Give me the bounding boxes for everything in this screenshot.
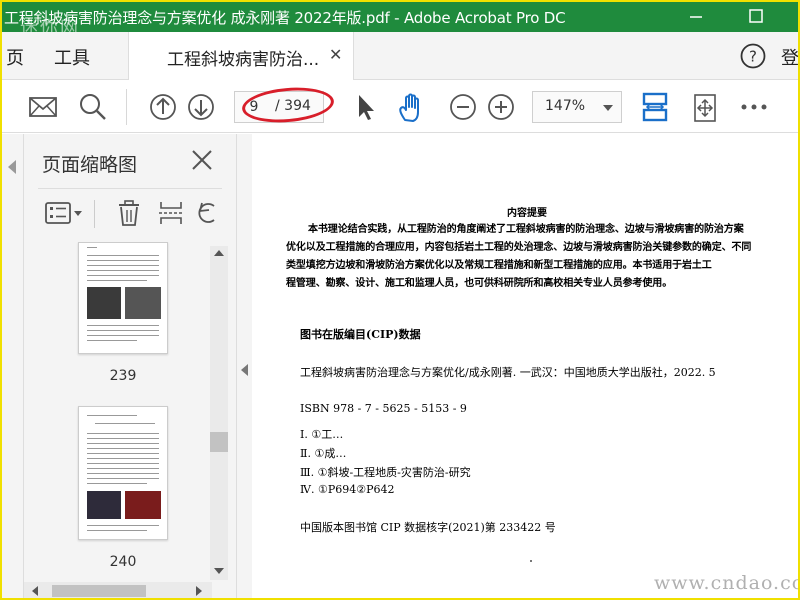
zoom-value: 147% — [545, 98, 586, 114]
scroll-thumb[interactable] — [210, 432, 228, 452]
close-panel-icon[interactable] — [190, 148, 214, 172]
cip-title: 图书在版编目(CIP)数据 — [300, 328, 421, 341]
thumbnail-vertical-scrollbar[interactable] — [210, 246, 228, 580]
page-thumbnail-240[interactable] — [78, 406, 168, 540]
next-page-icon[interactable] — [186, 92, 216, 122]
horizontal-scroll-thumb[interactable] — [52, 585, 146, 597]
zoom-out-icon[interactable] — [448, 92, 478, 122]
menu-home[interactable]: 页 — [6, 44, 24, 70]
thumbnail-label-239: 239 — [109, 368, 137, 384]
thumbnail-list: 239 240 — [24, 242, 212, 580]
maximize-button[interactable] — [736, 2, 776, 32]
document-tab-label: 工程斜坡病害防治... — [167, 50, 320, 70]
abstract-line: 本书理论结合实践，从工程防治的角度阐述了工程斜坡病害的防治理念、边坡与滑坡病害的… — [308, 224, 744, 235]
cip-number: 中国版本图书馆 CIP 数据核字(2021)第 233422 号 — [300, 521, 556, 534]
extract-pages-icon[interactable] — [156, 198, 186, 228]
subject-line: Ⅲ. ①斜坡-工程地质-灾害防治-研究 — [300, 466, 471, 479]
menu-tools[interactable]: 工具 — [54, 44, 90, 70]
thumbnail-options-icon[interactable] — [44, 198, 84, 228]
abstract-line: 优化以及工程措施的合理应用，内容包括岩土工程的处治理念、边坡与滑坡病害防治关键参… — [286, 242, 752, 253]
abstract-title: 内容提要 — [507, 208, 547, 219]
collapse-panel-icon[interactable] — [241, 364, 248, 376]
menu-bar: 页 工具 工程斜坡病害防治... ✕ ? 登 — [2, 32, 798, 80]
watermark-bottom: www.cndao.com — [654, 572, 798, 594]
subject-line: Ⅰ. ①工… — [300, 428, 344, 441]
close-tab-icon[interactable]: ✕ — [329, 45, 342, 64]
help-icon[interactable]: ? — [739, 42, 767, 70]
previous-page-icon[interactable] — [148, 92, 178, 122]
svg-text:?: ? — [749, 48, 757, 66]
document-tab[interactable]: 工程斜坡病害防治... ✕ — [128, 32, 354, 80]
minimize-button[interactable] — [676, 2, 716, 32]
more-options-icon[interactable] — [740, 92, 768, 122]
fit-width-icon[interactable] — [640, 92, 670, 126]
document-page: 内容提要 本书理论结合实践，从工程防治的角度阐述了工程斜坡病害的防治理念、边坡与… — [252, 134, 798, 598]
app-window: 工程斜坡病害防治理念与方案优化 成永刚著 2022年版.pdf - Adobe … — [0, 0, 800, 600]
toolbar-separator — [126, 89, 127, 125]
email-icon[interactable] — [28, 92, 58, 122]
hand-tool-icon[interactable] — [396, 92, 428, 124]
chevron-down-icon — [603, 105, 613, 111]
sign-in-label[interactable]: 登 — [781, 44, 798, 70]
page-speck — [530, 560, 532, 562]
thumbnail-label-240: 240 — [109, 554, 137, 570]
full-screen-icon[interactable] — [690, 92, 720, 124]
abstract-line: 类型填挖方边坡和滑坡防治方案优化以及常规工程措施和新型工程措施的应用。本书适用于… — [286, 260, 712, 271]
abstract-line: 程管理、勘察、设计、施工和监理人员，也可供科研院所和高校相关专业人员参考使用。 — [286, 278, 673, 289]
maximize-icon — [749, 9, 763, 23]
scroll-left-icon[interactable] — [32, 586, 38, 596]
thumbnail-horizontal-scrollbar[interactable] — [24, 582, 212, 598]
minimize-icon — [690, 16, 702, 18]
scroll-down-icon[interactable] — [214, 568, 224, 574]
panel-splitter[interactable] — [236, 134, 252, 598]
page-thumbnail-239[interactable] — [78, 242, 168, 354]
panel-divider — [38, 188, 222, 189]
left-rail — [2, 134, 24, 598]
panel-tool-separator — [94, 200, 95, 228]
scroll-right-icon[interactable] — [196, 586, 202, 596]
title-bar: 工程斜坡病害防治理念与方案优化 成永刚著 2022年版.pdf - Adobe … — [2, 2, 798, 32]
zoom-select[interactable]: 147% — [532, 91, 622, 123]
zoom-in-icon[interactable] — [486, 92, 516, 122]
isbn: ISBN 978 - 7 - 5625 - 5153 - 9 — [300, 402, 467, 415]
subject-line: Ⅱ. ①成… — [300, 447, 347, 460]
cip-record: 工程斜坡病害防治理念与方案优化/成永刚著. 一武汉：中国地质大学出版社，2022… — [300, 366, 716, 379]
delete-page-icon[interactable] — [114, 198, 144, 228]
select-tool-icon[interactable] — [352, 92, 378, 122]
window-title: 工程斜坡病害防治理念与方案优化 成永刚著 2022年版.pdf - Adobe … — [4, 9, 566, 27]
rotate-page-icon[interactable] — [196, 198, 218, 228]
collapse-arrow-icon[interactable] — [8, 160, 16, 174]
search-icon[interactable] — [78, 92, 108, 122]
scroll-up-icon[interactable] — [214, 250, 224, 256]
subject-line: Ⅳ. ①P694②P642 — [300, 483, 395, 496]
page-thumbnails-panel: 页面缩略图 239 240 — [24, 134, 236, 598]
toolbar: / 394 147% — [2, 81, 798, 133]
panel-title: 页面缩略图 — [42, 154, 138, 176]
